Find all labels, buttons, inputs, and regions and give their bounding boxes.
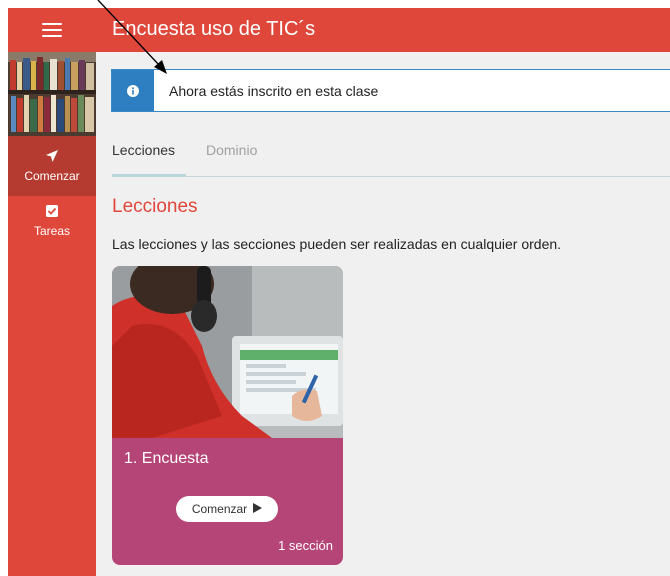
lesson-title: 1. Encuesta	[124, 450, 209, 467]
sidebar-item-comenzar[interactable]: Comenzar	[8, 136, 96, 196]
hamburger-icon	[42, 23, 62, 37]
menu-button[interactable]	[8, 8, 96, 52]
lesson-card[interactable]: 1. Encuesta Comenzar 1 sección	[112, 266, 343, 565]
sidebar: Comenzar Tareas	[8, 8, 96, 576]
start-lesson-label: Comenzar	[191, 502, 248, 516]
send-arrow-icon	[45, 149, 59, 166]
class-thumbnail	[8, 52, 96, 136]
checklist-icon	[45, 204, 59, 221]
start-lesson-button[interactable]: Comenzar	[176, 496, 278, 522]
info-icon	[112, 70, 154, 111]
top-header: Encuesta uso de TIC´s	[96, 8, 670, 52]
tab-lecciones[interactable]: Lecciones	[112, 142, 175, 158]
page-title: Encuesta uso de TIC´s	[112, 18, 316, 40]
app-frame: Comenzar Tareas Encuesta uso de TIC´s Ah…	[8, 8, 670, 576]
section-description: Las lecciones y las secciones pueden ser…	[112, 236, 562, 252]
enrollment-alert: Ahora estás inscrito en esta clase	[111, 69, 670, 112]
section-count: 1 sección	[278, 538, 333, 553]
tab-dominio[interactable]: Dominio	[206, 142, 257, 158]
sidebar-item-label: Comenzar	[24, 169, 80, 183]
sidebar-item-label: Tareas	[33, 224, 71, 238]
tabs-divider	[112, 176, 670, 177]
main-content: Ahora estás inscrito en esta clase Lecci…	[96, 52, 670, 576]
active-tab-indicator	[112, 174, 186, 177]
alert-message: Ahora estás inscrito en esta clase	[169, 83, 379, 99]
lesson-image	[112, 266, 343, 438]
section-title: Lecciones	[112, 196, 198, 217]
play-triangle-icon	[253, 500, 263, 518]
sidebar-item-tareas[interactable]: Tareas	[8, 204, 96, 248]
